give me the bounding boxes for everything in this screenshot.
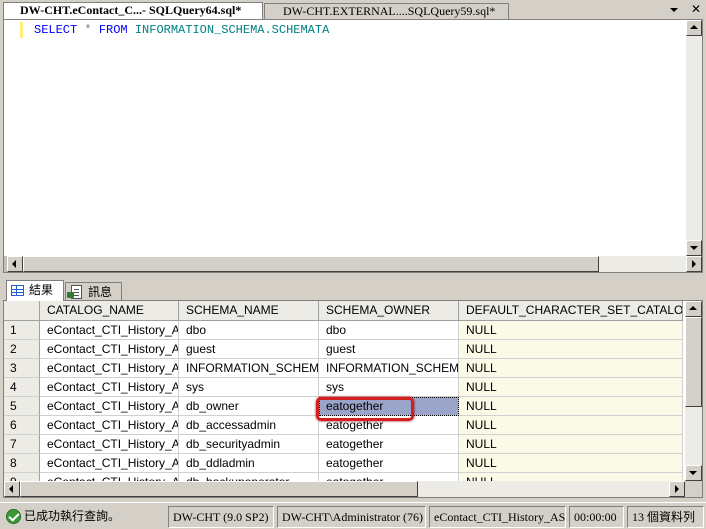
row-number-cell[interactable]: 6 xyxy=(4,416,40,435)
tab-sqlquery59[interactable]: DW-CHT.EXTERNAL....SQLQuery59.sql* xyxy=(264,3,509,19)
star-token: * xyxy=(84,23,92,37)
column-header-schema-owner[interactable]: SCHEMA_OWNER xyxy=(319,301,459,321)
cell-catalog-name[interactable]: eContact_CTI_History_AS xyxy=(40,435,179,454)
success-check-icon xyxy=(6,509,21,524)
grid-scroll-left-icon[interactable] xyxy=(4,481,20,497)
cell-schema-name[interactable]: guest xyxy=(179,340,319,359)
cell-default-character-set-catalog[interactable]: NULL xyxy=(459,435,683,454)
cell-schema-owner[interactable]: eatogether xyxy=(319,454,459,473)
cell-schema-name[interactable]: db_securityadmin xyxy=(179,435,319,454)
cell-schema-name[interactable]: db_owner xyxy=(179,397,319,416)
status-row-count: 13 個資料列 xyxy=(627,506,704,528)
close-tab-icon[interactable]: ✕ xyxy=(689,3,703,17)
cell-catalog-name[interactable]: eContact_CTI_History_AS xyxy=(40,378,179,397)
tab-messages-label: 訊息 xyxy=(88,285,113,299)
grid-hscroll-thumb[interactable] xyxy=(20,481,418,497)
cell-catalog-name[interactable]: eContact_CTI_History_AS xyxy=(40,416,179,435)
column-header-catalog-name[interactable]: CATALOG_NAME xyxy=(40,301,179,321)
from-keyword: FROM xyxy=(98,23,128,37)
cell-schema-name[interactable]: db_accessadmin xyxy=(179,416,319,435)
scroll-right-icon[interactable] xyxy=(686,256,702,272)
column-header-schema-name[interactable]: SCHEMA_NAME xyxy=(179,301,319,321)
grid-scroll-down-icon[interactable] xyxy=(685,465,702,481)
row-header-corner[interactable] xyxy=(4,301,40,321)
cell-default-character-set-catalog[interactable]: NULL xyxy=(459,416,683,435)
cell-catalog-name[interactable]: eContact_CTI_History_AS xyxy=(40,454,179,473)
editor-hscroll-thumb[interactable] xyxy=(23,256,599,272)
cell-schema-name[interactable]: INFORMATION_SCHEMA xyxy=(179,359,319,378)
cell-default-character-set-catalog[interactable]: NULL xyxy=(459,340,683,359)
grid-scroll-up-icon[interactable] xyxy=(685,301,702,317)
cell-schema-owner[interactable]: INFORMATION_SCHEMA xyxy=(319,359,459,378)
query-text[interactable]: SELECT * FROM INFORMATION_SCHEMA.SCHEMAT… xyxy=(34,22,329,38)
grid-scroll-right-icon[interactable] xyxy=(669,481,685,497)
row-number-cell[interactable]: 7 xyxy=(4,435,40,454)
cell-schema-owner[interactable]: dbo xyxy=(319,321,459,340)
cell-default-character-set-catalog[interactable]: NULL xyxy=(459,397,683,416)
status-server: DW-CHT (9.0 SP2) xyxy=(168,506,274,528)
document-tab-strip: DW-CHT.eContact_C...- SQLQuery64.sql* DW… xyxy=(0,0,706,19)
select-keyword: SELECT xyxy=(34,23,78,37)
cell-catalog-name[interactable]: eContact_CTI_History_AS xyxy=(40,321,179,340)
cell-schema-name[interactable]: sys xyxy=(179,378,319,397)
object-name: INFORMATION_SCHEMA.SCHEMATA xyxy=(134,23,330,37)
scroll-left-icon[interactable] xyxy=(7,256,23,272)
status-bar: 已成功執行查詢。 DW-CHT (9.0 SP2) DW-CHT\Adminis… xyxy=(0,502,706,529)
cell-default-character-set-catalog[interactable]: NULL xyxy=(459,321,683,340)
results-tab-strip: 結果 訊息 xyxy=(3,278,703,301)
status-message-text: 已成功執行查詢。 xyxy=(24,509,121,523)
scrollbar-corner xyxy=(685,481,702,497)
column-header-default-character-set-catalog[interactable]: DEFAULT_CHARACTER_SET_CATALOG xyxy=(459,301,683,321)
tab-messages[interactable]: 訊息 xyxy=(65,282,122,300)
cell-schema-name[interactable]: dbo xyxy=(179,321,319,340)
cell-default-character-set-catalog[interactable]: NULL xyxy=(459,359,683,378)
grid-icon xyxy=(11,285,24,296)
cell-schema-owner[interactable]: eatogether xyxy=(319,397,459,416)
cell-default-character-set-catalog[interactable]: NULL xyxy=(459,454,683,473)
query-editor[interactable]: SELECT * FROM INFORMATION_SCHEMA.SCHEMAT… xyxy=(3,19,703,273)
cell-schema-owner[interactable]: eatogether xyxy=(319,435,459,454)
tab-results-label: 結果 xyxy=(29,283,54,297)
row-number-cell[interactable]: 5 xyxy=(4,397,40,416)
changed-line-marker xyxy=(20,22,23,38)
scroll-down-icon[interactable] xyxy=(686,240,702,256)
cell-schema-owner[interactable]: sys xyxy=(319,378,459,397)
cell-schema-owner[interactable]: guest xyxy=(319,340,459,359)
cell-catalog-name[interactable]: eContact_CTI_History_AS xyxy=(40,397,179,416)
row-number-cell[interactable]: 4 xyxy=(4,378,40,397)
tab-results[interactable]: 結果 xyxy=(6,280,64,301)
status-message: 已成功執行查詢。 xyxy=(2,506,165,528)
editor-horizontal-scrollbar[interactable] xyxy=(4,256,702,272)
status-database: eContact_CTI_History_AS xyxy=(429,506,566,528)
row-number-cell[interactable]: 3 xyxy=(4,359,40,378)
editor-vertical-scrollbar[interactable] xyxy=(686,20,702,256)
cell-default-character-set-catalog[interactable]: NULL xyxy=(459,378,683,397)
tab-list-dropdown-icon[interactable] xyxy=(667,3,681,17)
status-elapsed-time: 00:00:00 xyxy=(569,506,624,528)
message-icon xyxy=(67,285,82,299)
cell-catalog-name[interactable]: eContact_CTI_History_AS xyxy=(40,340,179,359)
grid-vscroll-thumb[interactable] xyxy=(685,317,702,407)
cell-schema-name[interactable]: db_ddladmin xyxy=(179,454,319,473)
results-grid[interactable]: CATALOG_NAME SCHEMA_NAME SCHEMA_OWNER DE… xyxy=(3,300,703,498)
status-user: DW-CHT\Administrator (76) xyxy=(277,506,426,528)
scroll-up-icon[interactable] xyxy=(686,20,702,36)
cell-catalog-name[interactable]: eContact_CTI_History_AS xyxy=(40,359,179,378)
tab-sqlquery64[interactable]: DW-CHT.eContact_C...- SQLQuery64.sql* xyxy=(3,2,263,19)
cell-schema-owner[interactable]: eatogether xyxy=(319,416,459,435)
row-number-cell[interactable]: 1 xyxy=(4,321,40,340)
row-number-cell[interactable]: 2 xyxy=(4,340,40,359)
grid-vertical-scrollbar[interactable] xyxy=(685,301,702,481)
row-number-cell[interactable]: 8 xyxy=(4,454,40,473)
grid-horizontal-scrollbar[interactable] xyxy=(4,481,685,497)
